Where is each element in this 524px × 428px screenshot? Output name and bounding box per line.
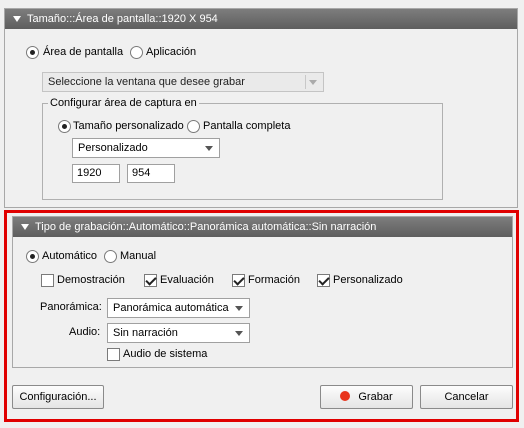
height-value: 954	[132, 167, 151, 179]
height-input[interactable]: 954	[127, 164, 175, 183]
collapse-arrow-icon[interactable]	[13, 16, 21, 22]
radio-screen-area-label[interactable]: Área de pantalla	[43, 45, 123, 59]
window-select: Seleccione la ventana que desee grabar	[42, 72, 324, 92]
radio-application-label[interactable]: Aplicación	[146, 45, 196, 59]
radio-custom-size[interactable]	[58, 120, 71, 133]
radio-application[interactable]	[130, 46, 143, 59]
radio-custom-size-label[interactable]: Tamaño personalizado	[73, 119, 184, 133]
radio-full-screen[interactable]	[187, 120, 200, 133]
highlight-frame	[4, 210, 519, 422]
size-select[interactable]: Personalizado	[72, 138, 220, 158]
select-separator	[305, 75, 306, 89]
size-select-value: Personalizado	[78, 142, 148, 154]
area-panel-title: Tamaño:::Área de pantalla::1920 X 954	[27, 13, 218, 25]
width-value: 1920	[77, 167, 102, 179]
window-select-value: Seleccione la ventana que desee grabar	[48, 76, 245, 88]
radio-screen-area[interactable]	[26, 46, 39, 59]
width-input[interactable]: 1920	[72, 164, 120, 183]
chevron-down-icon	[205, 146, 213, 151]
area-panel-header[interactable]: Tamaño:::Área de pantalla::1920 X 954	[5, 9, 517, 29]
capture-area-legend: Configurar área de captura en	[48, 96, 199, 110]
radio-full-screen-label[interactable]: Pantalla completa	[203, 119, 290, 133]
chevron-down-icon	[309, 80, 317, 85]
